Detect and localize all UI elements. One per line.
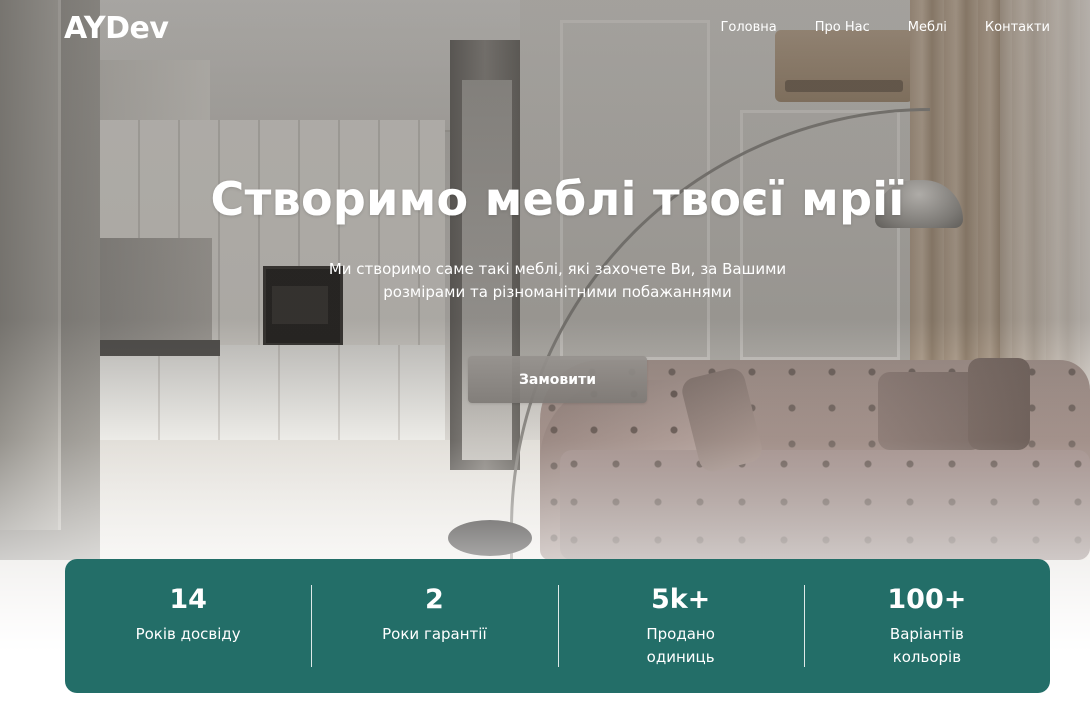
hero-subtitle: Ми створимо саме такі меблі, які захочет… [328, 260, 787, 301]
site-logo[interactable]: AYDev [64, 11, 169, 46]
nav-link-about[interactable]: Про Нас [815, 20, 870, 35]
stat-value: 14 [169, 584, 207, 615]
nav-link-home[interactable]: Головна [720, 20, 776, 35]
nav-link-contacts[interactable]: Контакти [985, 20, 1050, 35]
stat-label: Років досвіду [135, 625, 241, 643]
stat-experience: 14 Років досвіду [65, 559, 311, 693]
stat-warranty: 2 Роки гарантії [311, 559, 557, 693]
stat-color-variants: 100+ Варіантів кольорів [803, 559, 1050, 693]
stat-label: Продано одиниць [646, 625, 715, 666]
stat-label: Варіантів кольорів [889, 625, 964, 666]
stat-units-sold: 5k+ Продано одиниць [557, 559, 804, 693]
main-nav: Головна Про Нас Меблі Контакти [720, 20, 1050, 35]
stat-value: 5k+ [650, 584, 711, 615]
stat-value: 2 [424, 584, 444, 615]
hero-title: Створимо меблі твоєї мрії [210, 172, 905, 226]
landing-page: AYDev Головна Про Нас Меблі Контакти Ств… [0, 0, 1090, 709]
order-button[interactable]: Замовити [468, 356, 647, 403]
nav-link-furniture[interactable]: Меблі [908, 20, 947, 35]
stat-value: 100+ [887, 584, 967, 615]
stats-bar: 14 Років досвіду 2 Роки гарантії 5k+ Про… [65, 559, 1050, 693]
stat-label: Роки гарантії [382, 625, 487, 643]
